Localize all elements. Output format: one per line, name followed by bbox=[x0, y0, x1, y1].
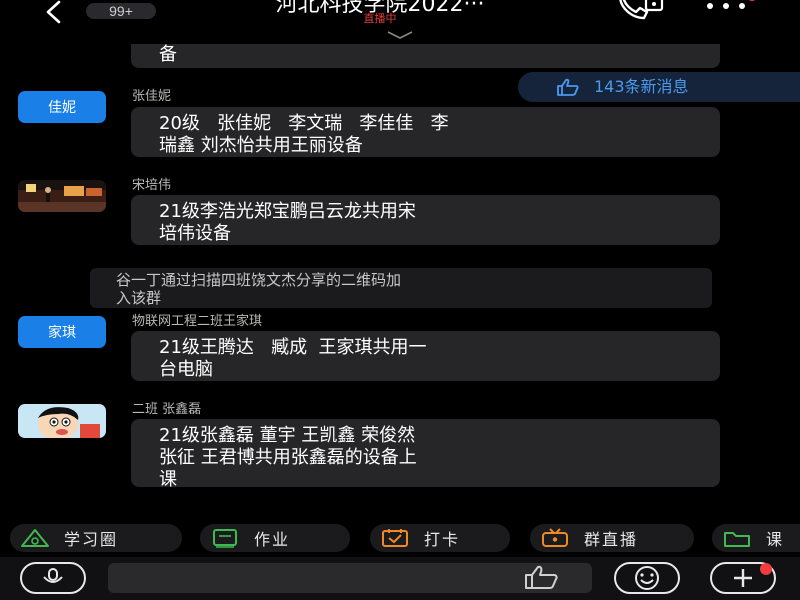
chip-label: 学习圈 bbox=[64, 530, 119, 549]
quick-checkin[interactable]: 打卡 bbox=[370, 524, 510, 552]
folder-icon bbox=[724, 532, 750, 547]
back-button[interactable] bbox=[34, 0, 74, 30]
notice-text: 谷一丁通过扫描四班饶文杰分享的二维码加 bbox=[116, 271, 402, 289]
emoji-button[interactable] bbox=[614, 562, 680, 594]
sender-name: 物联网工程二班王家琪 bbox=[132, 314, 263, 329]
message-text: 台电脑 bbox=[159, 359, 213, 380]
quick-group-live[interactable]: 群直播 bbox=[530, 524, 694, 552]
quick-course[interactable]: 课 bbox=[712, 524, 800, 552]
message-bubble[interactable]: 备 bbox=[131, 44, 720, 68]
message-text: 张征 王君博共用张鑫磊的设备上 bbox=[159, 447, 417, 468]
sender-name: 宋培伟 bbox=[132, 178, 172, 193]
quick-homework[interactable]: 作业 bbox=[200, 524, 350, 552]
sender-name: 二班 张鑫磊 bbox=[132, 402, 202, 417]
study-circle-icon bbox=[21, 529, 49, 547]
chip-label: 作业 bbox=[254, 530, 291, 549]
avatar[interactable] bbox=[18, 180, 106, 212]
more-options-icon[interactable] bbox=[702, 0, 762, 18]
thumbs-up-icon bbox=[557, 78, 579, 96]
message-text: 备 bbox=[159, 44, 177, 65]
message-text: 20级 张佳妮 李文瑞 李佳佳 李 bbox=[159, 113, 449, 134]
chip-label: 群直播 bbox=[584, 530, 639, 549]
smiley-icon bbox=[635, 566, 659, 590]
chat-header: 99+ 河北科技学院2022··· 直播中 bbox=[0, 0, 800, 44]
avatar[interactable]: 家琪 bbox=[18, 316, 106, 348]
cartoon-avatar-icon bbox=[18, 404, 106, 438]
message-bubble[interactable]: 21级张鑫磊 董宇 王凯鑫 荣俊然 张征 王君博共用张鑫磊的设备上 课 bbox=[131, 419, 720, 490]
message-text: 21级王腾达 臧成 王家琪共用一 bbox=[159, 337, 427, 358]
avatar[interactable]: 佳妮 bbox=[18, 91, 106, 123]
phone-call-icon[interactable] bbox=[614, 0, 666, 22]
avatar-label: 佳妮 bbox=[48, 100, 76, 116]
unread-count-badge[interactable]: 99+ bbox=[86, 3, 156, 19]
new-messages-button[interactable]: 143条新消息 bbox=[518, 72, 800, 102]
plus-icon bbox=[734, 569, 752, 587]
message-bubble[interactable]: 21级李浩光郑宝鹏吕云龙共用宋 培伟设备 bbox=[131, 195, 720, 245]
checkin-icon bbox=[382, 529, 408, 547]
message-bubble[interactable]: 20级 张佳妮 李文瑞 李佳佳 李 瑞鑫 刘杰怡共用王丽设备 bbox=[131, 107, 720, 157]
chevron-left-icon bbox=[46, 0, 61, 24]
system-notice: 谷一丁通过扫描四班饶文杰分享的二维码加 入该群 bbox=[90, 268, 712, 308]
message-text: 瑞鑫 刘杰怡共用王丽设备 bbox=[159, 135, 363, 156]
homework-icon bbox=[213, 529, 237, 548]
notification-dot bbox=[760, 563, 772, 575]
avatar-label: 家琪 bbox=[48, 325, 76, 341]
chevron-down-icon[interactable] bbox=[382, 28, 418, 42]
message-bubble[interactable]: 21级王腾达 臧成 王家琪共用一 台电脑 bbox=[131, 331, 720, 381]
message-text: 21级张鑫磊 董宇 王凯鑫 荣俊然 bbox=[159, 425, 416, 446]
microphone-icon bbox=[43, 568, 63, 583]
chip-label: 课 bbox=[766, 530, 785, 549]
avatar[interactable] bbox=[18, 404, 106, 438]
sender-name: 张佳妮 bbox=[132, 89, 172, 104]
photo-avatar-icon bbox=[18, 180, 106, 212]
new-messages-label: 143条新消息 bbox=[594, 77, 689, 96]
message-text: 21级李浩光郑宝鹏吕云龙共用宋 bbox=[159, 201, 416, 222]
message-text: 培伟设备 bbox=[159, 223, 231, 244]
live-tv-icon bbox=[542, 528, 568, 547]
notice-text: 入该群 bbox=[116, 289, 162, 307]
message-text: 课 bbox=[159, 469, 177, 490]
thumbs-up-icon[interactable] bbox=[518, 564, 568, 590]
voice-input-button[interactable] bbox=[20, 562, 86, 594]
live-status-text[interactable]: 直播中 bbox=[330, 12, 430, 26]
quick-study-circle[interactable]: 学习圈 bbox=[10, 524, 182, 552]
chip-label: 打卡 bbox=[424, 530, 461, 549]
